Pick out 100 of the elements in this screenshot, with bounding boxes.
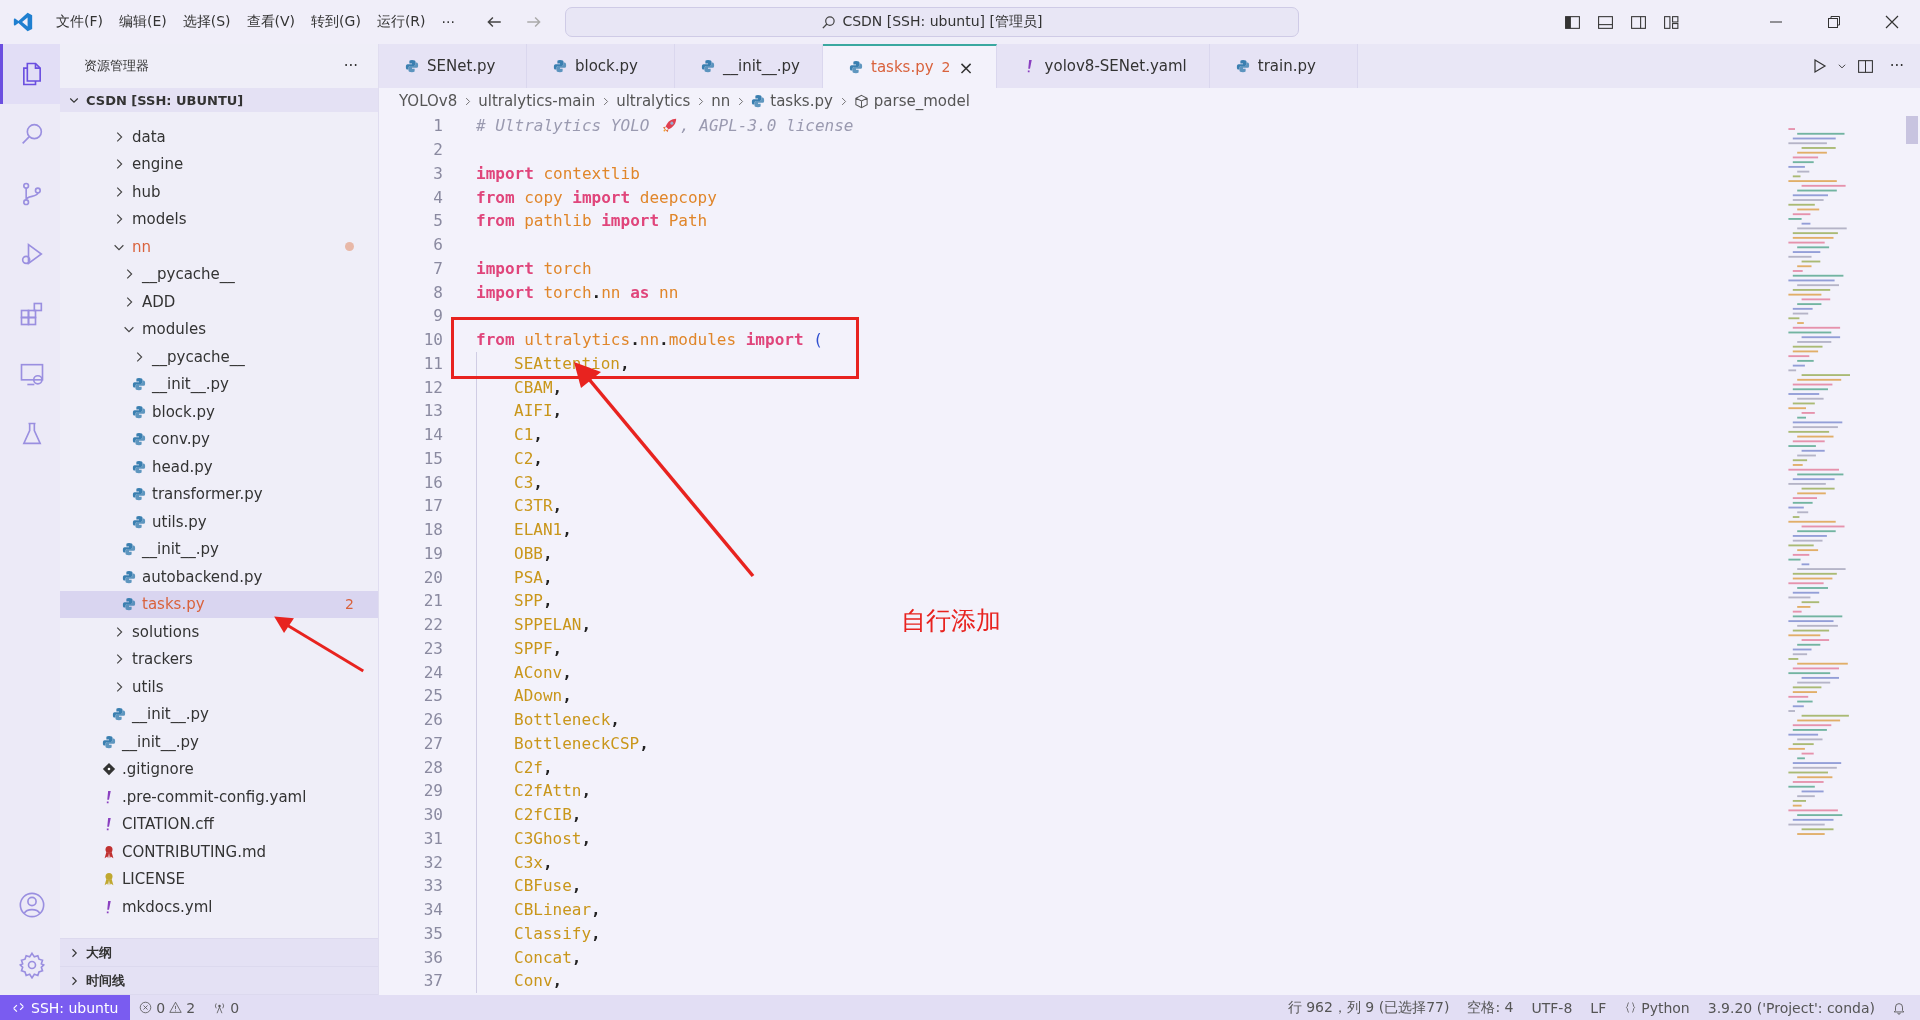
panel-toggle-icon[interactable]: [1597, 13, 1614, 31]
more-actions-button[interactable]: ···: [1883, 55, 1910, 77]
line-number: 25: [422, 686, 444, 706]
bell-icon[interactable]: [1892, 1000, 1906, 1015]
editor-tab[interactable]: block.py: [527, 44, 675, 88]
tree-item[interactable]: CITATION.cff: [60, 810, 378, 838]
code-line: from pathlib import Path: [476, 211, 708, 231]
code-line: C3Ghost,: [514, 828, 592, 848]
line-number: 3: [432, 163, 444, 183]
menu-item[interactable]: 运行(R): [368, 9, 434, 35]
tree-item[interactable]: utils.py: [60, 508, 378, 536]
line-number: 9: [432, 306, 444, 326]
layout-icon[interactable]: [1663, 13, 1680, 31]
tree-item[interactable]: head.py: [60, 453, 378, 481]
line-number: 8: [432, 282, 444, 302]
panel-header[interactable]: 时间线: [60, 967, 378, 995]
editor-tab[interactable]: yolov8-SENet.yaml: [996, 44, 1210, 88]
line-number: 22: [422, 615, 444, 635]
ports-indicator[interactable]: 0: [204, 999, 249, 1016]
line-number: 28: [422, 757, 444, 777]
editor-tab[interactable]: __init__.py: [675, 44, 823, 88]
tree-item[interactable]: modules: [60, 315, 378, 343]
breadcrumb-item[interactable]: YOLOv8: [399, 92, 458, 110]
code-line: C3TR,: [514, 496, 563, 516]
code-line: Conv,: [514, 971, 563, 991]
tree-item[interactable]: conv.py: [60, 425, 378, 453]
status-item[interactable]: 3.9.20 ('Project': conda): [1698, 999, 1884, 1016]
remote-icon: [12, 1001, 25, 1014]
tree-item[interactable]: .pre-commit-config.yaml: [60, 783, 378, 811]
line-number: 10: [422, 330, 444, 350]
menu-item[interactable]: 查看(V): [238, 9, 304, 35]
remote-indicator[interactable]: SSH: ubuntu: [0, 995, 131, 1020]
breadcrumb-item[interactable]: ultralytics: [616, 92, 691, 110]
status-item[interactable]: UTF-8: [1522, 999, 1582, 1016]
editor-tab[interactable]: train.py: [1209, 44, 1358, 88]
tree-item[interactable]: block.py: [60, 398, 378, 426]
workspace-section-header[interactable]: CSDN [SSH: UBUNTU]: [60, 88, 378, 112]
line-number: 23: [422, 638, 444, 658]
tree-item[interactable]: mkdocs.yml: [60, 893, 378, 921]
tree-item[interactable]: data: [60, 123, 378, 151]
explorer-icon[interactable]: [0, 44, 60, 104]
python-file-icon: [132, 459, 146, 474]
menu-item[interactable]: 选择(S): [174, 9, 239, 35]
tree-item[interactable]: LICENSE: [60, 865, 378, 893]
code-line: C3,: [514, 472, 543, 492]
problems-indicator[interactable]: 0 2: [130, 999, 205, 1016]
breadcrumb-item[interactable]: tasks.py: [770, 92, 833, 110]
menu-item[interactable]: 编辑(E): [111, 9, 175, 35]
menu-item[interactable]: 转到(G): [303, 9, 369, 35]
line-number: 30: [422, 805, 444, 825]
tree-item[interactable]: .gitignore: [60, 755, 378, 783]
breadcrumb-item[interactable]: nn: [711, 92, 731, 110]
scrollbar-thumb[interactable]: [1906, 116, 1918, 144]
panel-header[interactable]: 大纲: [60, 939, 378, 967]
tree-item[interactable]: transformer.py: [60, 480, 378, 508]
status-item[interactable]: 行 962，列 9 (已选择77): [1278, 998, 1459, 1017]
annotation-text: 自行添加: [901, 605, 1001, 637]
line-number: 32: [422, 852, 444, 872]
line-number: 7: [432, 258, 444, 278]
tree-item[interactable]: hub: [60, 178, 378, 206]
tree-item[interactable]: __init__.py: [60, 700, 378, 728]
close-icon[interactable]: [1884, 14, 1900, 30]
code-line: Bottleneck,: [514, 710, 620, 730]
tree-item[interactable]: __pycache__: [60, 260, 378, 288]
status-item[interactable]: 空格: 4: [1458, 998, 1523, 1017]
close-tab-button[interactable]: ×: [958, 56, 974, 78]
tree-item[interactable]: __init__.py: [60, 535, 378, 563]
editor-tab[interactable]: SENet.py: [379, 44, 527, 88]
command-center[interactable]: CSDN [SSH: ubuntu] [管理员]: [564, 7, 1299, 37]
tree-item[interactable]: solutions: [60, 618, 378, 646]
tree-item[interactable]: engine: [60, 150, 378, 178]
language-mode[interactable]: Python: [1615, 999, 1699, 1016]
breadcrumb-item[interactable]: ultralytics-main: [478, 92, 596, 110]
split-editor-icon[interactable]: [1856, 57, 1874, 75]
breadcrumb-item[interactable]: parse_model: [873, 92, 970, 110]
more-menu[interactable]: ···: [433, 10, 463, 34]
tree-item[interactable]: autobackend.py: [60, 563, 378, 591]
python-file-icon: [132, 404, 146, 419]
caret-icon[interactable]: [1836, 61, 1847, 71]
status-item[interactable]: LF: [1581, 999, 1616, 1016]
tree-item[interactable]: ADD: [60, 288, 378, 316]
tree-item[interactable]: CONTRIBUTING.md: [60, 838, 378, 866]
code-line: C2fCIB,: [514, 805, 582, 825]
tree-item[interactable]: trackers: [60, 645, 378, 673]
code-line: AIFI,: [514, 401, 563, 421]
tree-item[interactable]: __pycache__: [60, 343, 378, 371]
code-line: CBAM,: [514, 377, 563, 397]
code-line: SPP,: [514, 591, 553, 611]
python-file-icon: [122, 569, 136, 584]
sidebar-toggle-icon[interactable]: [1564, 13, 1581, 31]
menu-item[interactable]: 文件(F): [48, 9, 111, 35]
tree-item[interactable]: __init__.py: [60, 728, 378, 756]
secondary-sidebar-icon[interactable]: [1630, 13, 1647, 31]
line-number: 15: [422, 448, 444, 468]
tree-item[interactable]: utils: [60, 673, 378, 701]
more-actions-button[interactable]: ···: [337, 55, 364, 77]
tree-item[interactable]: models: [60, 205, 378, 233]
tree-item[interactable]: __init__.py: [60, 370, 378, 398]
restore-icon[interactable]: [1826, 14, 1842, 30]
editor-tab[interactable]: tasks.py 2 ×: [823, 44, 997, 88]
